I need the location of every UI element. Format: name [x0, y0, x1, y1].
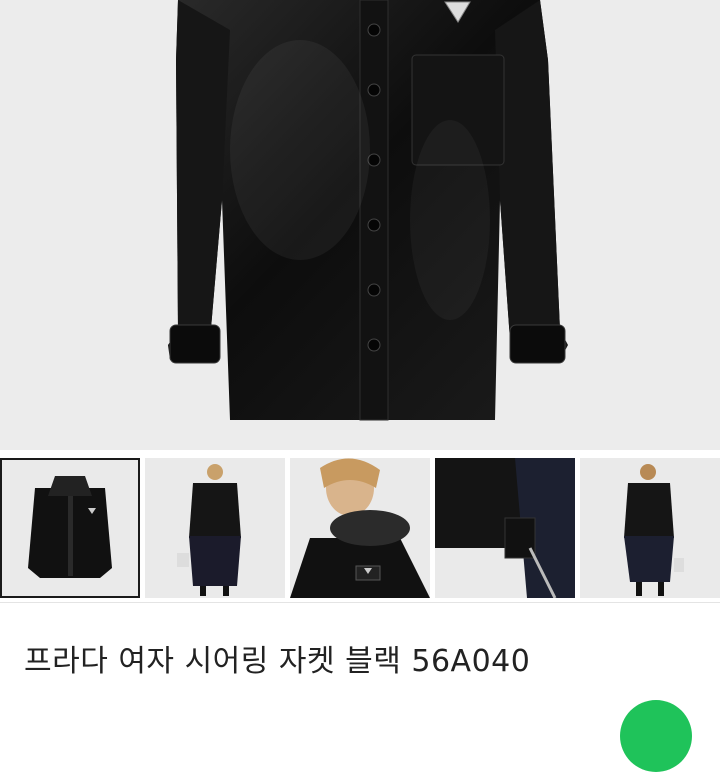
floating-action-button[interactable]	[620, 700, 692, 772]
thumbnail-3[interactable]	[290, 458, 430, 598]
jacket-image	[168, 0, 568, 421]
product-title: 프라다 여자 시어링 자켓 블랙 56A040	[24, 644, 531, 679]
product-main-image[interactable]	[0, 0, 720, 450]
divider	[0, 602, 720, 603]
thumbnail-strip	[0, 455, 720, 601]
thumbnail-1[interactable]	[0, 458, 140, 598]
thumbnail-5[interactable]	[580, 458, 720, 598]
thumbnail-4[interactable]	[435, 458, 575, 598]
thumbnail-2[interactable]	[145, 458, 285, 598]
